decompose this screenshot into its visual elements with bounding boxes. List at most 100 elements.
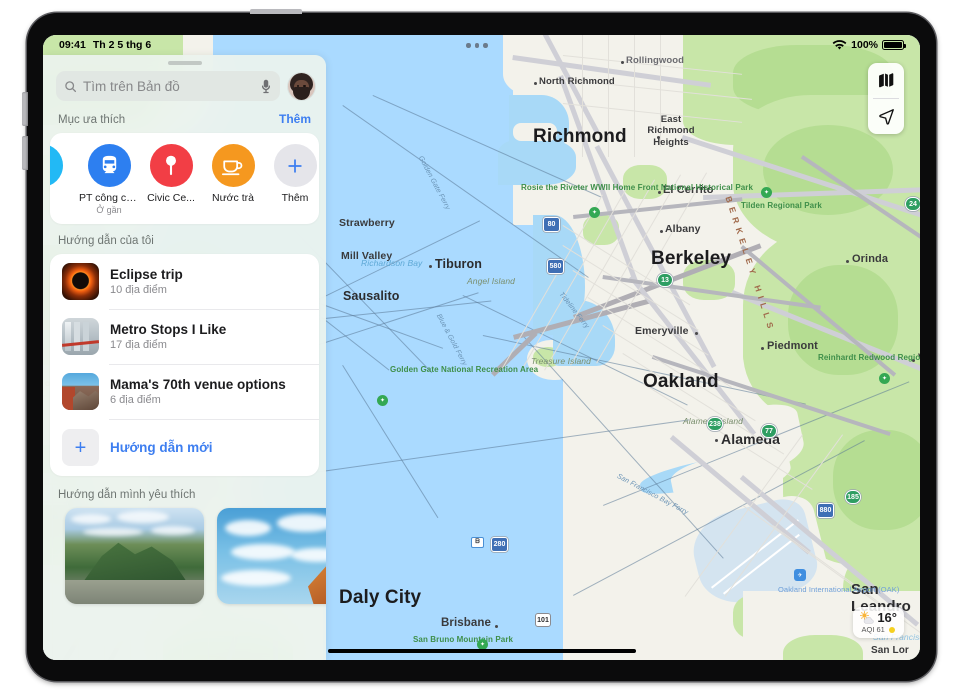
highway-shield-24: 24 [905,197,920,211]
map-label-emeryville: Emeryville [635,325,689,337]
screen: BERKELEY HILLS San Francisco Oakland Ber… [43,35,920,660]
map-label-orinda: Orinda [852,253,889,265]
map-label-treasure-island: Treasure Island [531,356,591,366]
highway-shield-280: 280 [491,537,508,552]
highway-shield-880: 880 [817,503,834,518]
highway-shield-80: 80 [543,217,560,232]
highway-shield-238: 238 [707,417,723,431]
map-label-tiburon: Tiburon [435,257,482,271]
favorite-label: Civic Ce... [147,192,195,204]
favorite-guides-header: Hướng dẫn mình yêu thích [43,476,326,508]
locate-me-button[interactable] [868,99,904,134]
favorite-item-add[interactable]: Thêm [264,144,319,205]
favorite-item-tea[interactable]: Nước trà [202,144,264,205]
canyon-thumbnail [62,373,99,411]
eclipse-thumbnail [62,263,99,301]
map-label-oakland: Oakland [643,371,719,392]
search-row: Tìm trên Bản đồ [43,69,326,101]
pin-glyph [166,155,176,176]
status-time: 09:41 [59,39,86,51]
map-label-daly-city: Daly City [339,587,422,608]
user-avatar[interactable] [288,72,315,100]
teacup-icon [211,144,255,187]
favorite-sublabel: Ở gần [96,205,122,216]
highway-shield-101: 101 [535,613,551,627]
highway-shield-77: 77 [761,424,777,438]
map-label-sausalito: Sausalito [343,289,400,303]
location-arrow-icon [878,109,894,125]
map-label-angel-island: Angel Island [467,276,515,286]
favorite-item-civic-center[interactable]: Civic Ce... [140,144,202,205]
favorite-label: Nước trà [212,192,254,204]
weather-temperature: 16° [877,610,897,625]
map-label-reinhardt: Reinhardt Redwood Regional Park [818,353,920,362]
favorite-guide-card-mountain[interactable] [65,508,204,605]
map-label-east-richmond-heights: East Richmond Heights [647,114,695,148]
volume-up-button[interactable] [22,92,28,126]
my-guides-header: Hướng dẫn của tôi [43,224,326,254]
airport-poi-icon[interactable]: ✈ [794,569,806,581]
map-label-blue-gold-ferry: Blue & Gold Ferry [434,313,468,367]
map-label-golden-gate-ferry: Golden Gate Ferry [416,155,452,211]
favorite-guide-card-sky[interactable] [217,508,326,605]
favorite-item-transit[interactable]: PT công cộng Ở gần [78,144,140,215]
search-input[interactable]: Tìm trên Bản đồ [56,71,280,101]
map-layers-button[interactable] [868,63,904,98]
bart-station-icon[interactable]: ᗷ [471,537,484,548]
favorite-label: Thêm [281,192,309,204]
search-icon [65,80,77,92]
metro-thumbnail [62,318,99,356]
favorite-guides-title: Hướng dẫn mình yêu thích [58,489,196,502]
sidebar-grabber[interactable] [167,61,202,65]
volume-down-button[interactable] [22,136,28,170]
guide-row-mama[interactable]: Mama's 70th venue options 6 địa điểm [50,364,319,419]
park-poi-icon[interactable]: ✦ [377,395,388,406]
map-layers-icon [878,73,893,88]
favorites-header: Mục ưa thích Thêm [43,101,326,133]
park-poi-icon[interactable]: ✦ [761,187,772,198]
my-guides-title: Hướng dẫn của tôi [58,235,154,248]
microphone-icon[interactable] [260,79,272,94]
home-indicator[interactable] [327,648,636,653]
highway-shield-580: 580 [547,259,564,274]
favorite-label: PT công cộng [79,192,140,204]
new-guide-label: Hướng dẫn mới [110,440,213,456]
wifi-icon [832,39,847,50]
map-label-san-lorenzo: San Lor [871,645,909,656]
map-label-san-bruno: San Bruno Mountain Park [413,635,514,644]
map-label-richmond: Richmond [533,126,627,147]
guide-subtitle: 10 địa điểm [110,284,167,297]
aqi-value: AQI 61 [861,625,885,634]
favorites-card: út PT công cộng Ở gần [50,133,319,225]
park-poi-icon[interactable]: ✦ [879,373,890,384]
guide-title: Eclipse trip [110,266,183,282]
map-label-strawberry: Strawberry [339,217,395,229]
plus-glyph [288,158,302,173]
highway-shield-185: 185 [845,490,861,504]
map-label-albany: Albany [665,223,701,235]
teacup-glyph [221,160,243,175]
weather-widget[interactable]: 16° AQI 61 [853,607,904,638]
guide-row-eclipse[interactable]: Eclipse trip 10 địa điểm [50,254,319,309]
map-label-north-richmond: North Richmond [539,76,615,87]
map-label-berkeley: Berkeley [651,248,732,269]
battery-percent: 100% [851,39,878,51]
new-guide-button[interactable]: + Hướng dẫn mới [50,419,319,476]
favorites-row[interactable]: út PT công cộng Ở gần [50,133,319,224]
power-button[interactable] [250,9,302,14]
park-poi-icon[interactable]: ✦ [589,207,600,218]
multitasking-controls[interactable] [466,43,488,48]
favorite-item-cutoff[interactable] [50,144,63,187]
sun-cloud-icon [860,610,874,624]
maps-sidebar: Tìm trên Bản đồ Mục ưa thích Thêm PT côn… [43,55,326,660]
guide-subtitle: 6 địa điểm [110,394,161,407]
map-label-richardson-bay: Richardson Bay [361,258,423,268]
map-label-oakland-airport: Oakland International Airport (OAK) [778,585,900,594]
map-controls-panel [868,63,904,134]
favorite-guides-row[interactable] [43,508,326,605]
battery-icon [882,39,906,51]
guide-row-metro[interactable]: Metro Stops I Like 17 địa điểm [50,309,319,364]
favorites-more-button[interactable]: Thêm [279,112,311,126]
plus-icon: + [62,429,99,467]
train-glyph [102,155,116,174]
